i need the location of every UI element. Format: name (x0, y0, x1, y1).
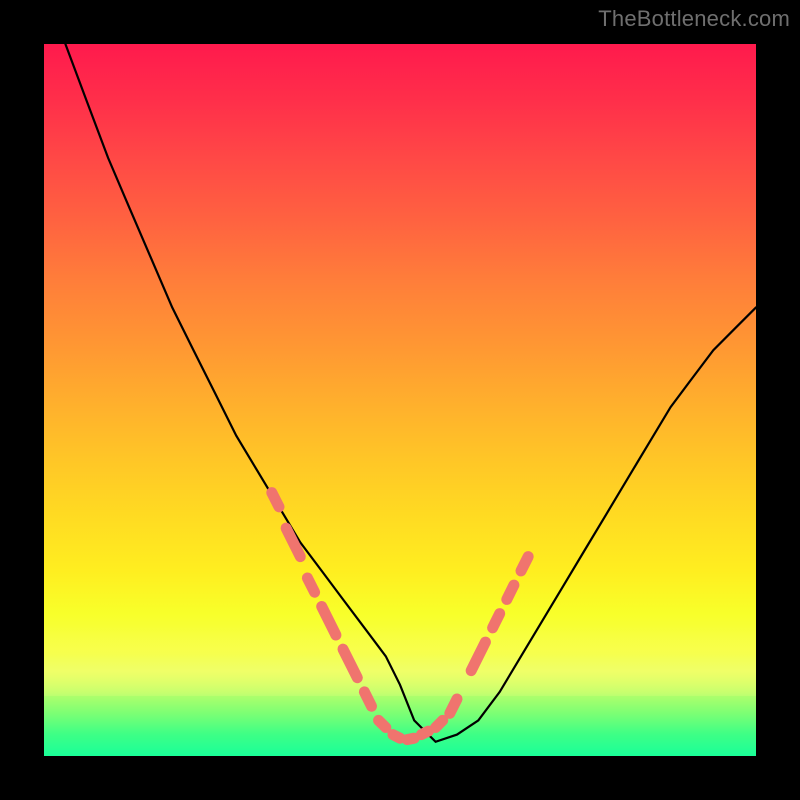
chart-stage: TheBottleneck.com (0, 0, 800, 800)
dash-segment (364, 692, 371, 706)
dash-segment (343, 649, 357, 678)
dash-segment (421, 731, 428, 735)
dash-overlay-group (272, 493, 528, 740)
dash-segment (493, 614, 500, 628)
bottleneck-curve (65, 44, 756, 742)
dash-segment (393, 735, 400, 739)
dash-segment (379, 720, 386, 727)
plot-area (44, 44, 756, 756)
dash-segment (407, 738, 414, 739)
dash-segment (450, 699, 457, 713)
dash-segment (286, 528, 300, 556)
dash-segment (322, 607, 336, 636)
watermark-text: TheBottleneck.com (598, 6, 790, 32)
dash-segment (272, 493, 279, 507)
dash-segment (521, 557, 528, 571)
dash-segment (436, 720, 443, 727)
dash-segment (507, 585, 514, 599)
dash-segment (471, 642, 485, 671)
curve-layer (44, 44, 756, 756)
dash-segment (307, 578, 314, 592)
